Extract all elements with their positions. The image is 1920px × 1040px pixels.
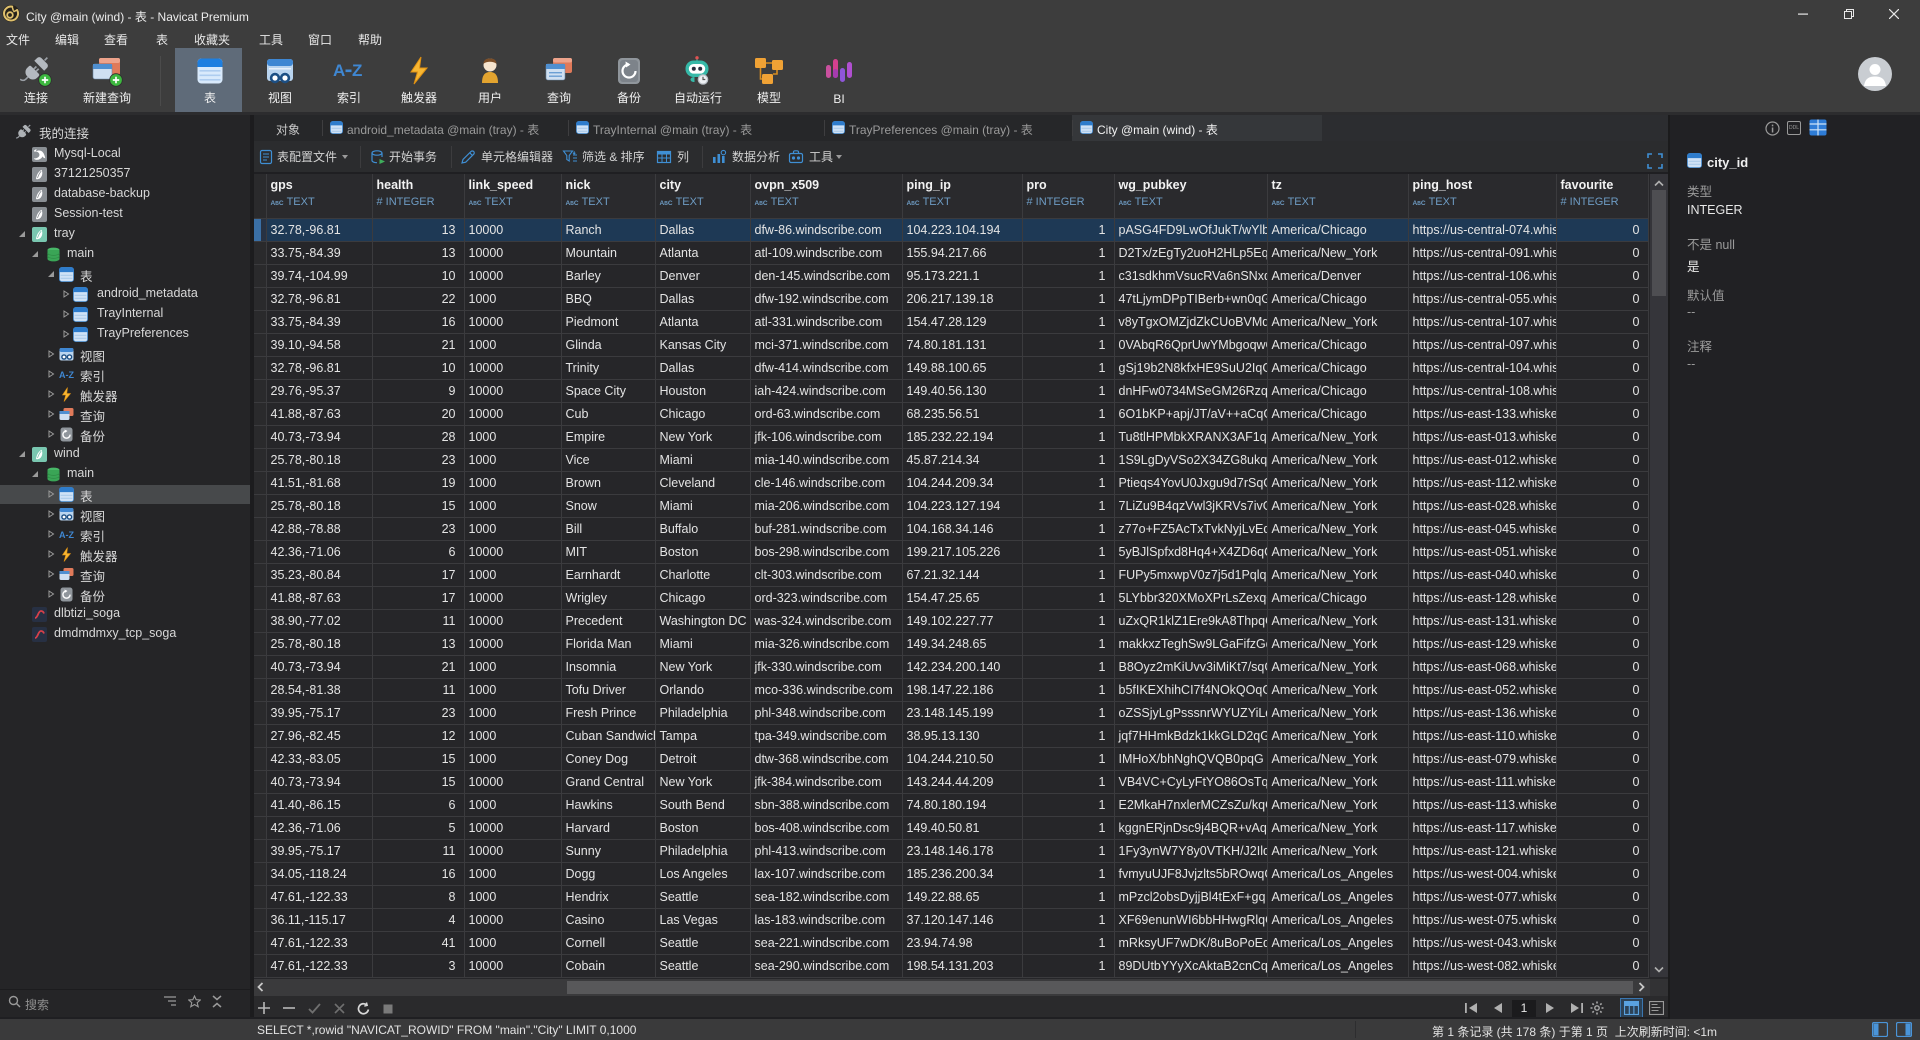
svg-text:Z: Z <box>352 61 362 80</box>
svg-text:A: A <box>333 61 345 80</box>
svg-text:A-Z: A-Z <box>59 530 74 540</box>
svg-text:A-Z: A-Z <box>59 370 74 380</box>
